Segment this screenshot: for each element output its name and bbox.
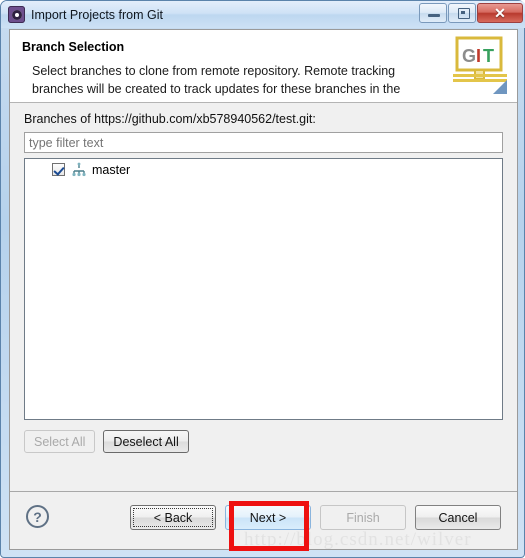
window-controls: ✕ bbox=[418, 3, 523, 23]
list-item[interactable]: master bbox=[25, 159, 502, 180]
svg-text:T: T bbox=[483, 46, 494, 66]
close-icon: ✕ bbox=[494, 4, 506, 21]
wizard-footer: ? < Back Next > Finish Cancel bbox=[10, 491, 517, 549]
close-button[interactable]: ✕ bbox=[477, 3, 523, 23]
next-button[interactable]: Next > bbox=[225, 505, 311, 530]
branch-list[interactable]: master bbox=[24, 158, 503, 420]
page-description: Select branches to clone from remote rep… bbox=[32, 64, 401, 96]
minimize-button[interactable] bbox=[419, 3, 447, 23]
eclipse-wizard-icon bbox=[8, 6, 25, 23]
svg-text:G: G bbox=[462, 46, 476, 66]
restore-button[interactable] bbox=[448, 3, 476, 23]
window-title: Import Projects from Git bbox=[31, 7, 163, 22]
cancel-button[interactable]: Cancel bbox=[415, 505, 501, 530]
list-action-buttons: Select All Deselect All bbox=[24, 430, 197, 453]
branch-icon bbox=[72, 162, 86, 176]
finish-button[interactable]: Finish bbox=[320, 505, 406, 530]
dialog-body: Branch Selection Select branches to clon… bbox=[9, 29, 518, 550]
back-button[interactable]: < Back bbox=[130, 505, 216, 530]
branch-label: master bbox=[92, 162, 131, 177]
select-all-button[interactable]: Select All bbox=[24, 430, 96, 453]
restore-icon bbox=[458, 8, 470, 19]
wizard-header: Branch Selection Select branches to clon… bbox=[10, 30, 517, 103]
title-bar: Import Projects from Git ✕ bbox=[1, 1, 525, 28]
wizard-navigation-buttons: < Back Next > Finish Cancel bbox=[130, 505, 510, 530]
wizard-content: Branches of https://github.com/xb5789405… bbox=[10, 103, 517, 493]
branch-checkbox[interactable] bbox=[52, 163, 65, 176]
branches-label: Branches of https://github.com/xb5789405… bbox=[24, 112, 316, 126]
dialog-window: Import Projects from Git ✕ Branch Select… bbox=[0, 0, 525, 558]
svg-text:I: I bbox=[476, 46, 481, 66]
filter-input[interactable] bbox=[24, 132, 503, 153]
help-icon[interactable]: ? bbox=[26, 505, 49, 528]
minimize-icon bbox=[428, 14, 440, 17]
deselect-all-button[interactable]: Deselect All bbox=[103, 430, 189, 453]
page-title: Branch Selection bbox=[22, 40, 125, 54]
git-logo: G I T bbox=[453, 36, 507, 94]
